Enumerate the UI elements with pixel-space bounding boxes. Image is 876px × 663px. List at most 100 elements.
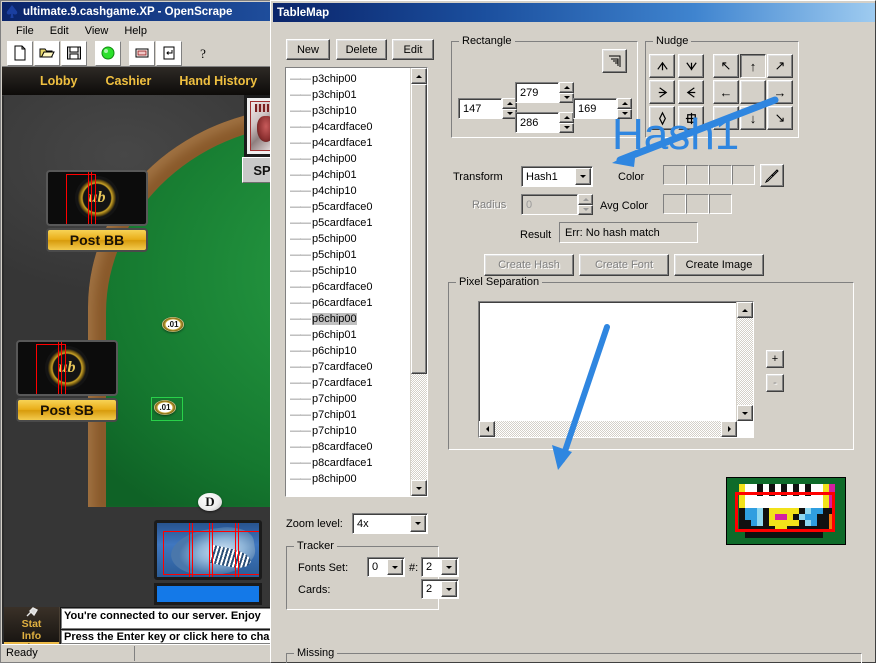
tree-item-p8chip00[interactable]: —— p8chip00 <box>286 471 410 487</box>
grow-left-icon[interactable] <box>678 80 704 104</box>
save-disk-icon[interactable] <box>61 40 87 66</box>
tree-item-p3chip01[interactable]: —— p3chip01 <box>286 87 410 103</box>
seat-action-button[interactable]: Post BB <box>46 228 148 252</box>
tree-item-p8cardface1[interactable]: —— p8cardface1 <box>286 455 410 471</box>
zoom-level-combo[interactable]: 4x <box>352 513 428 534</box>
rect-bottom-spinner[interactable]: 286 <box>515 112 574 133</box>
tree-item-p7cardface1[interactable]: —— p7cardface1 <box>286 375 410 391</box>
spin-up-button[interactable] <box>559 112 574 123</box>
arrow-up-right-icon[interactable]: ↗ <box>767 54 793 78</box>
shrink-top-icon[interactable] <box>649 54 675 78</box>
tree-item-p7chip01[interactable]: —— p7chip01 <box>286 407 410 423</box>
spin-down-button[interactable] <box>617 108 632 119</box>
tree-item-p4chip00[interactable]: —— p4chip00 <box>286 151 410 167</box>
create-hash-button[interactable]: Create Hash <box>484 254 574 276</box>
seat-action-button[interactable]: Post SB <box>16 398 118 422</box>
tree-item-p6cardface0[interactable]: —— p6cardface0 <box>286 279 410 295</box>
tree-item-p5cardface1[interactable]: —— p5cardface1 <box>286 215 410 231</box>
chevron-down-icon[interactable] <box>387 559 403 575</box>
arrow-down-right-icon[interactable]: ↘ <box>767 106 793 130</box>
create-image-button[interactable]: Create Image <box>674 254 764 276</box>
arrow-down-icon[interactable]: ↓ <box>740 106 766 130</box>
eyedropper-icon[interactable] <box>760 164 784 187</box>
create-font-button[interactable]: Create Font <box>579 254 669 276</box>
rect-right-spinner[interactable]: 169 <box>573 98 632 119</box>
scroll-up-button[interactable] <box>411 68 427 84</box>
rect-left-value[interactable]: 147 <box>458 98 502 119</box>
tree-item-p4chip10[interactable]: —— p4chip10 <box>286 183 410 199</box>
arrow-up-icon[interactable]: ↑ <box>740 54 766 78</box>
help-question-icon[interactable]: ? <box>190 40 216 66</box>
scroll-thumb[interactable] <box>411 84 427 374</box>
menu-edit[interactable]: Edit <box>42 23 77 39</box>
menu-view[interactable]: View <box>77 23 117 39</box>
tree-item-p5cardface0[interactable]: —— p5cardface0 <box>286 199 410 215</box>
arrow-center-icon[interactable] <box>740 80 766 104</box>
new-icon[interactable] <box>7 40 33 66</box>
seat-hero[interactable] <box>154 520 262 605</box>
grow-top-icon[interactable] <box>678 54 704 78</box>
pin-icon[interactable] <box>4 607 59 618</box>
tree-item-p3chip00[interactable]: —— p3chip00 <box>286 71 410 87</box>
tree-item-p4cardface1[interactable]: —— p4cardface1 <box>286 135 410 151</box>
fonts-set-combo[interactable]: 0 <box>367 557 405 577</box>
chevron-down-icon[interactable] <box>441 581 457 597</box>
spin-down-button[interactable] <box>559 122 574 133</box>
tree-item-p5chip00[interactable]: —— p5chip00 <box>286 231 410 247</box>
tablemap-titlebar[interactable]: TableMap <box>273 3 875 22</box>
chevron-down-icon[interactable] <box>410 515 426 532</box>
pixsep-hscrollbar[interactable] <box>479 421 737 437</box>
tree-item-p7chip10[interactable]: —— p7chip10 <box>286 423 410 439</box>
pixel-separation-add-button[interactable]: + <box>766 350 784 368</box>
connect-green-circle-icon[interactable] <box>95 40 121 66</box>
chat-tab-info[interactable]: Info <box>4 630 59 642</box>
scroll-right-button[interactable] <box>721 421 737 437</box>
arrow-down-left-icon[interactable]: ↙ <box>713 106 739 130</box>
tree-item-p7chip00[interactable]: —— p7chip00 <box>286 391 410 407</box>
tree-item-p8cardface0[interactable]: —— p8cardface0 <box>286 439 410 455</box>
spin-up-button[interactable] <box>617 98 632 109</box>
open-folder-icon[interactable] <box>34 40 60 66</box>
tree-item-p3chip10[interactable]: —— p3chip10 <box>286 103 410 119</box>
tree-item-p6chip00[interactable]: —— p6chip00 <box>286 311 410 327</box>
rect-top-spinner[interactable]: 279 <box>515 82 574 103</box>
cards-combo[interactable]: 2 <box>421 579 459 599</box>
shrink-left-icon[interactable] <box>649 80 675 104</box>
tab-hand-history[interactable]: Hand History <box>165 74 271 88</box>
select-region-icon[interactable] <box>602 49 627 73</box>
rect-top-value[interactable]: 279 <box>515 82 559 103</box>
menu-file[interactable]: File <box>8 23 42 39</box>
pixsep-vscrollbar[interactable] <box>736 302 753 421</box>
new-button[interactable]: New <box>286 39 330 60</box>
tree-item-p6chip10[interactable]: —— p6chip10 <box>286 343 410 359</box>
scroll-left-button[interactable] <box>479 421 495 437</box>
chat-tab-stat[interactable]: Stat <box>4 618 59 630</box>
delete-button[interactable]: Delete <box>336 39 387 60</box>
rect-left-spinner[interactable]: 147 <box>458 98 517 119</box>
tree-item-p5chip01[interactable]: —— p5chip01 <box>286 247 410 263</box>
spin-up-button[interactable] <box>559 82 574 93</box>
tree-item-p7cardface0[interactable]: —— p7cardface0 <box>286 359 410 375</box>
seat-post-sb[interactable]: Post SB <box>16 340 118 422</box>
chevron-down-icon[interactable] <box>441 559 457 575</box>
tree-item-p6cardface1[interactable]: —— p6cardface1 <box>286 295 410 311</box>
grow-both-icon[interactable] <box>678 106 704 130</box>
arrow-left-icon[interactable]: ← <box>713 80 739 104</box>
tree-item-p5chip10[interactable]: —— p5chip10 <box>286 263 410 279</box>
rect-bottom-value[interactable]: 286 <box>515 112 559 133</box>
arrow-right-icon[interactable]: → <box>767 80 793 104</box>
enter-icon[interactable] <box>156 40 182 66</box>
spin-down-button[interactable] <box>559 92 574 103</box>
scroll-down-button[interactable] <box>737 405 753 421</box>
transform-combo[interactable]: Hash1 <box>521 166 593 187</box>
tree-item-p4chip01[interactable]: —— p4chip01 <box>286 167 410 183</box>
seat-post-bb[interactable]: Post BB <box>46 170 148 252</box>
scroll-up-button[interactable] <box>737 302 753 318</box>
window-icon[interactable] <box>129 40 155 66</box>
chevron-down-icon[interactable] <box>575 168 591 185</box>
tab-lobby[interactable]: Lobby <box>2 74 92 88</box>
tree-item-p6chip01[interactable]: —— p6chip01 <box>286 327 410 343</box>
tablemap-item-tree[interactable]: —— p3chip00 —— p3chip01 —— p3chip10 —— p4cardfa… <box>285 67 428 497</box>
menu-help[interactable]: Help <box>116 23 155 39</box>
hash-count-combo[interactable]: 2 <box>421 557 459 577</box>
